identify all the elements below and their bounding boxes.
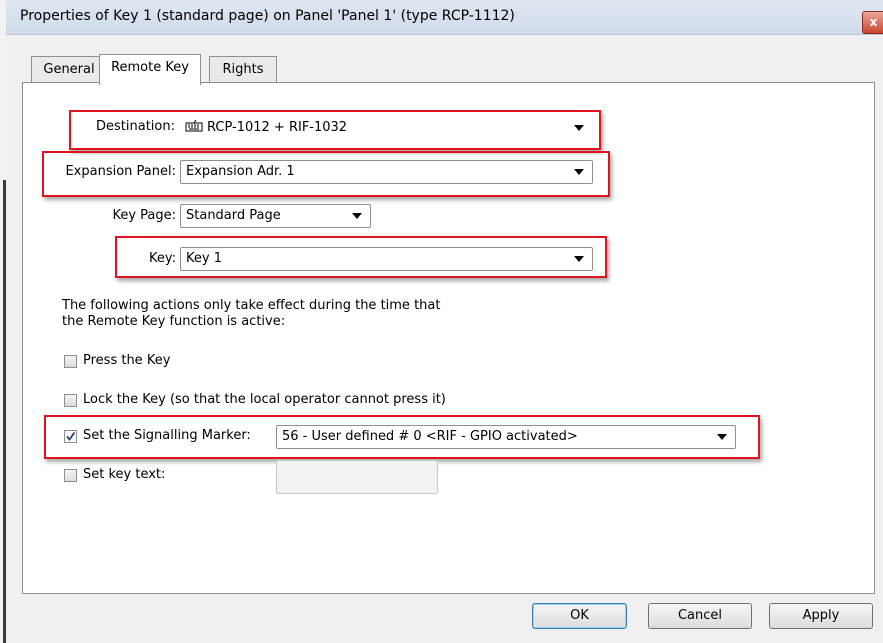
key-label: Key: (148, 251, 176, 266)
tab-general[interactable]: General (31, 56, 107, 83)
close-button[interactable]: x (862, 11, 883, 34)
destination-combobox[interactable]: RCP-1012 + RIF-1032 (180, 117, 592, 141)
lock-key-label: Lock the Key (so that the local operator… (83, 392, 446, 407)
lock-key-checkbox[interactable] (64, 394, 77, 407)
destination-value: RCP-1012 + RIF-1032 (207, 120, 348, 135)
info-text-line1: The following actions only take effect d… (62, 298, 441, 313)
key-text-checkbox[interactable] (64, 469, 77, 482)
signalling-marker-value: 56 - User defined # 0 <RIF - GPIO activa… (282, 429, 578, 444)
expansion-panel-label: Expansion Panel: (65, 164, 176, 179)
signalling-marker-select[interactable]: 56 - User defined # 0 <RIF - GPIO activa… (276, 425, 736, 449)
key-text-input[interactable] (276, 460, 438, 494)
window-title: Properties of Key 1 (standard page) on P… (20, 8, 515, 24)
apply-button[interactable]: Apply (769, 603, 873, 629)
tab-rights[interactable]: Rights (209, 56, 277, 83)
signalling-marker-checkbox[interactable] (64, 430, 77, 443)
cancel-button[interactable]: Cancel (648, 603, 752, 629)
close-icon: x (869, 15, 878, 29)
signalling-marker-label: Set the Signalling Marker: (83, 428, 251, 443)
chevron-down-icon (574, 169, 584, 175)
key-page-value: Standard Page (186, 208, 281, 223)
key-value: Key 1 (186, 251, 222, 266)
key-text-label: Set key text: (83, 467, 166, 482)
chevron-down-icon (352, 213, 362, 219)
destination-label: Destination: (96, 119, 175, 134)
check-icon (66, 431, 76, 441)
key-page-label: Key Page: (112, 208, 176, 223)
expansion-panel-select[interactable]: Expansion Adr. 1 (180, 160, 593, 184)
keyboard-icon (185, 117, 207, 139)
title-bar[interactable]: Properties of Key 1 (standard page) on P… (6, 0, 883, 35)
key-page-select[interactable]: Standard Page (180, 204, 371, 228)
ok-button[interactable]: OK (532, 603, 627, 629)
chevron-down-icon (717, 434, 727, 440)
expansion-panel-value: Expansion Adr. 1 (186, 164, 295, 179)
key-select[interactable]: Key 1 (180, 247, 593, 271)
info-text-line2: the Remote Key function is active: (62, 314, 286, 329)
press-key-label: Press the Key (83, 353, 171, 368)
tab-remote-key[interactable]: Remote Key (99, 54, 201, 85)
chevron-down-icon (574, 125, 584, 131)
chevron-down-icon (574, 256, 584, 262)
press-key-checkbox[interactable] (64, 355, 77, 368)
